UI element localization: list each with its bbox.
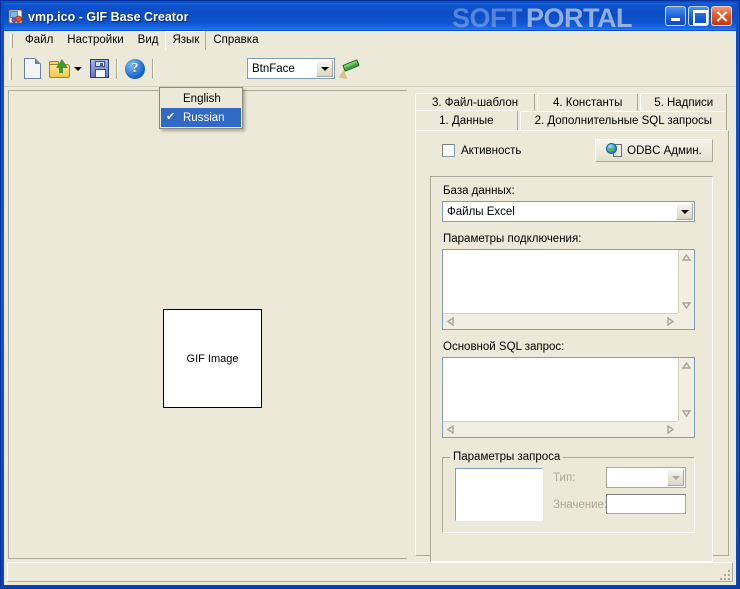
help-button[interactable]: ? [121,55,149,83]
window-controls [665,6,732,26]
open-folder-icon [49,58,71,78]
toolbar-grip[interactable] [9,57,12,80]
toolbar: ? BtnFace [4,51,736,87]
param-type-label: Тип: [553,472,576,484]
sql-scroll-up-icon[interactable] [679,358,694,373]
tab-additional-sql-queries[interactable]: 2. Дополнительные SQL запросы [519,111,727,130]
open-file-button[interactable] [46,55,74,83]
tab-data[interactable]: 1. Данные [415,110,518,131]
language-menu-item-english[interactable]: English [161,89,241,108]
activity-checkbox-row[interactable]: Активность [442,144,521,157]
query-params-group-legend: Параметры запроса [450,451,564,463]
minimize-button[interactable] [665,6,686,26]
database-group: База данных: Файлы Excel Параметры подкл… [430,176,713,562]
color-select[interactable]: BtnFace [247,58,335,79]
color-select-arrow-icon[interactable] [316,60,333,77]
param-value-label: Значение: [553,499,608,511]
tab-row-bottom: 1. Данные 2. Дополнительные SQL запросы [415,110,729,131]
connection-hscrollbar[interactable] [443,313,678,329]
save-file-button[interactable] [85,55,113,83]
param-value-input[interactable] [606,494,686,514]
settings-panel: 3. Файл-шаблон 4. Константы 5. Надписи 1… [412,90,733,562]
connection-scroll-corner [678,313,694,329]
menu-item-view[interactable]: Вид [131,31,166,50]
sql-scroll-left-icon[interactable] [443,422,458,437]
checkmark-icon: ✔ [166,111,176,123]
watermark-portal: PORTAL [526,3,633,30]
odbc-admin-button-label: ODBC Админ. [627,144,702,157]
softportal-watermark: SOFT PORTAL www.softportal.com [452,3,672,30]
sql-scroll-down-icon[interactable] [679,406,694,421]
tab-labels[interactable]: 5. Надписи [640,93,727,112]
watermark-soft: SOFT [452,3,523,30]
language-menu-item-english-label: English [183,92,221,105]
sql-scroll-corner [678,421,694,437]
odbc-admin-button[interactable]: ODBC Админ. [595,139,713,162]
new-document-icon [23,58,41,79]
sql-query-label: Основной SQL запрос: [443,341,565,353]
database-select[interactable]: Файлы Excel [442,201,695,222]
new-document-button[interactable] [18,55,46,83]
window-title: vmp.ico - GIF Base Creator [28,9,189,24]
activity-checkbox[interactable] [442,144,455,157]
query-params-group: Параметры запроса Тип: Значение: [442,451,695,533]
connection-scroll-right-icon[interactable] [663,314,678,329]
menu-item-file[interactable]: Файл [18,31,60,50]
save-floppy-icon [89,59,109,78]
app-icon [8,9,24,25]
menu-grip[interactable] [10,33,13,48]
pen-icon [336,58,360,82]
param-type-select[interactable] [606,467,686,488]
color-select-value: BtnFace [252,62,295,75]
open-dropdown-arrow-icon[interactable] [74,66,82,71]
database-label: База данных: [443,185,515,197]
gif-image-placeholder-label: GIF Image [186,352,239,365]
toolbar-separator [116,58,118,79]
menu-bar: Файл Настройки Вид Язык Справка [4,31,736,51]
connection-scroll-up-icon[interactable] [679,250,694,265]
sql-query-textarea[interactable] [442,357,695,438]
database-select-arrow-icon[interactable] [676,203,693,220]
status-bar [7,562,733,582]
resize-grip-icon[interactable] [716,566,730,580]
menu-item-settings[interactable]: Настройки [60,31,130,50]
connection-scroll-left-icon[interactable] [443,314,458,329]
toolbar-separator-2 [152,58,154,79]
connection-params-textarea[interactable] [442,249,695,330]
help-question-icon: ? [125,58,145,79]
preview-panel: GIF Image [8,90,407,559]
sql-scroll-right-icon[interactable] [663,422,678,437]
language-menu-item-russian-label: Russian [183,111,225,124]
activity-checkbox-label: Активность [461,144,522,157]
gif-image-preview[interactable]: GIF Image [163,309,262,408]
title-bar: vmp.ico - GIF Base Creator SOFT PORTAL w… [4,3,736,30]
close-button[interactable] [711,6,732,26]
param-type-select-arrow-icon[interactable] [667,469,684,486]
connection-vscrollbar[interactable] [678,250,694,313]
edit-color-button[interactable] [335,55,363,83]
sql-hscrollbar[interactable] [443,421,678,437]
menu-item-language[interactable]: Язык [165,31,207,50]
maximize-button[interactable] [688,6,709,26]
tab-constants[interactable]: 4. Константы [537,93,639,112]
connection-scroll-down-icon[interactable] [679,298,694,313]
odbc-icon [606,143,623,158]
application-window: vmp.ico - GIF Base Creator SOFT PORTAL w… [0,0,740,589]
sql-vscrollbar[interactable] [678,358,694,421]
tab-panel-data: Активность ODBC Админ. База данных: Файл… [415,130,729,562]
query-params-list[interactable] [455,468,543,521]
language-menu-item-russian[interactable]: ✔ Russian [161,108,241,127]
connection-params-label: Параметры подключения: [443,233,582,245]
menu-item-help[interactable]: Справка [206,31,265,50]
language-dropdown-menu: English ✔ Russian [159,87,243,129]
client-area: Файл Настройки Вид Язык Справка ? BtnFac… [4,31,736,585]
database-select-value: Файлы Excel [447,205,515,218]
